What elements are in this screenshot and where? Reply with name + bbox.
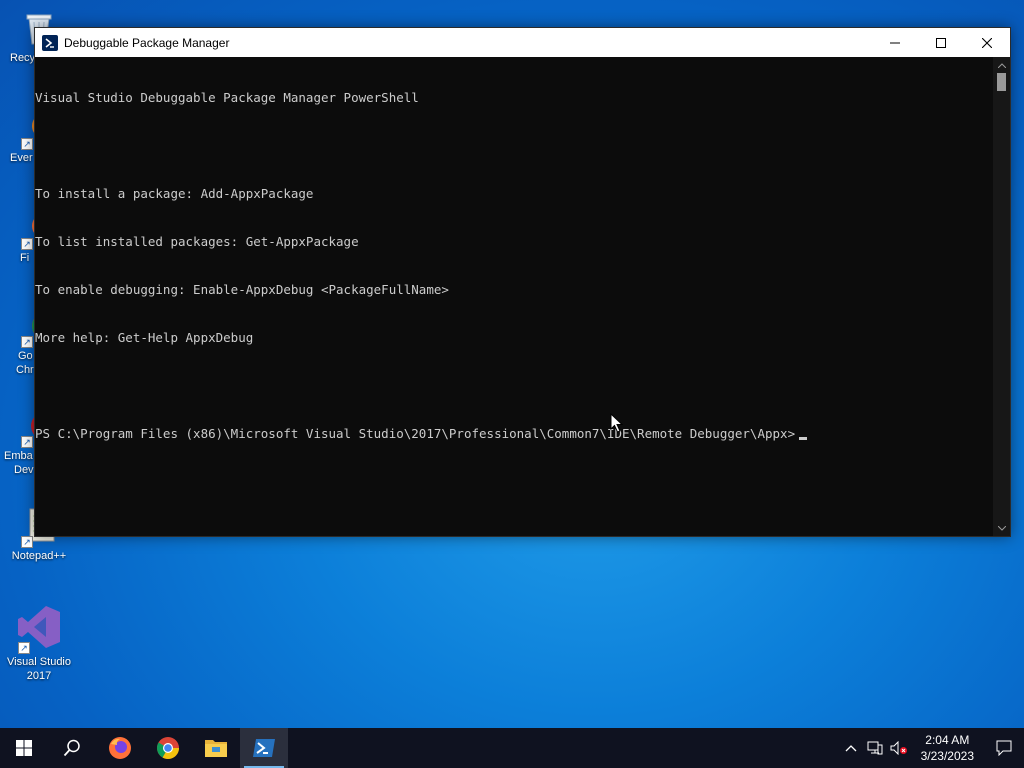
taskbar-firefox-button[interactable]	[96, 728, 144, 768]
shortcut-arrow-icon: ↗	[21, 238, 33, 250]
volume-muted-icon	[890, 741, 907, 755]
vertical-scrollbar[interactable]	[993, 57, 1010, 536]
console-line: To list installed packages: Get-AppxPack…	[35, 234, 359, 249]
taskbar: 2:04 AM 3/23/2023	[0, 728, 1024, 768]
console-line: Visual Studio Debuggable Package Manager…	[35, 90, 419, 105]
volume-button[interactable]	[887, 728, 911, 768]
clock-date: 3/23/2023	[920, 749, 974, 763]
search-icon	[63, 739, 80, 757]
search-button[interactable]	[48, 728, 96, 768]
text-cursor	[799, 437, 808, 440]
start-button[interactable]	[0, 728, 48, 768]
taskbar-powershell-button[interactable]	[240, 728, 288, 768]
minimize-button[interactable]	[872, 28, 918, 57]
visual-studio-icon: ↗	[16, 602, 62, 654]
console-line: To install a package: Add-AppxPackage	[35, 186, 314, 201]
show-hidden-icons-button[interactable]	[839, 728, 863, 768]
scroll-down-button[interactable]	[993, 520, 1010, 536]
minimize-icon	[890, 42, 900, 43]
window-titlebar[interactable]: Debuggable Package Manager	[35, 28, 1010, 57]
chevron-up-icon	[845, 745, 857, 752]
window-title: Debuggable Package Manager	[64, 35, 230, 50]
chevron-down-icon	[997, 525, 1006, 531]
chrome-icon	[157, 737, 179, 759]
powershell-icon	[253, 739, 275, 757]
taskbar-file-explorer-button[interactable]	[192, 728, 240, 768]
action-center-button[interactable]	[984, 728, 1024, 768]
maximize-button[interactable]	[918, 28, 964, 57]
notification-icon	[996, 740, 1012, 756]
clock-time: 2:04 AM	[925, 733, 970, 747]
shortcut-arrow-icon: ↗	[21, 336, 33, 348]
shortcut-arrow-icon: ↗	[21, 436, 33, 448]
desktop-icon-label: Notepad++	[11, 550, 67, 562]
windows-start-icon	[16, 740, 32, 756]
shortcut-arrow-icon: ↗	[18, 642, 30, 654]
scroll-thumb[interactable]	[997, 73, 1006, 91]
scroll-up-button[interactable]	[993, 57, 1010, 73]
console-line: More help: Get-Help AppxDebug	[35, 330, 254, 345]
console-output[interactable]: Visual Studio Debuggable Package Manager…	[35, 57, 993, 536]
firefox-icon	[109, 737, 131, 759]
shortcut-arrow-icon: ↗	[21, 536, 33, 548]
file-explorer-icon	[205, 740, 227, 757]
powershell-icon	[42, 34, 58, 51]
taskbar-chrome-button[interactable]	[144, 728, 192, 768]
taskbar-clock[interactable]: 2:04 AM 3/23/2023	[911, 732, 984, 764]
network-icon	[867, 741, 883, 755]
console-prompt-line[interactable]: PS C:\Program Files (x86)\Microsoft Visu…	[35, 426, 993, 442]
powershell-window[interactable]: Debuggable Package Manager Visual Studio…	[34, 27, 1011, 537]
maximize-icon	[936, 37, 946, 48]
desktop-icon-visual-studio-2017[interactable]: ↗ Visual Studio 2017	[0, 602, 78, 683]
mouse-pointer-icon	[610, 412, 624, 438]
system-tray: 2:04 AM 3/23/2023	[839, 728, 1024, 768]
console-line: To enable debugging: Enable-AppxDebug <P…	[35, 282, 449, 297]
desktop-icon-label: 2017	[26, 670, 52, 682]
close-button[interactable]	[964, 28, 1010, 57]
shortcut-arrow-icon: ↗	[21, 138, 33, 150]
network-button[interactable]	[863, 728, 887, 768]
chevron-up-icon	[997, 62, 1006, 68]
console-prompt: PS C:\Program Files (x86)\Microsoft Visu…	[35, 426, 796, 441]
close-icon	[982, 37, 992, 48]
desktop-icon-label: Visual Studio	[6, 656, 71, 668]
